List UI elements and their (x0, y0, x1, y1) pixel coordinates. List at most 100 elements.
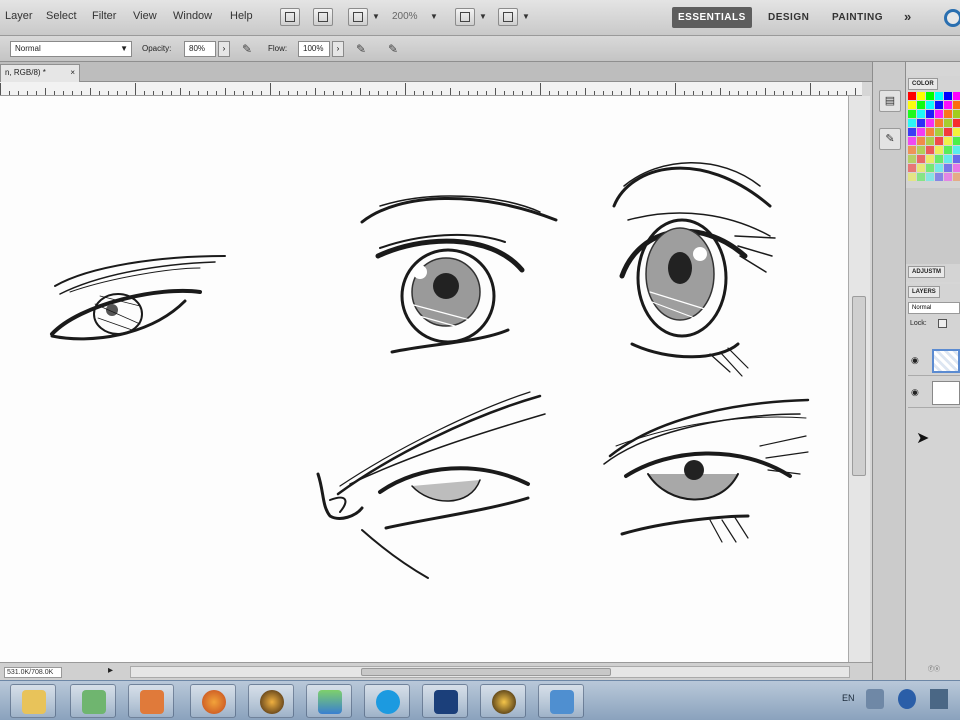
color-swatch[interactable] (944, 92, 952, 100)
layer-fx-icon[interactable]: ⓕⓧ (928, 664, 940, 673)
color-swatch[interactable] (935, 155, 943, 163)
color-swatch[interactable] (953, 137, 960, 145)
taskbar-network[interactable] (538, 684, 584, 718)
color-swatch[interactable] (926, 146, 934, 154)
color-swatch[interactable] (953, 101, 960, 109)
screen-mode-button[interactable] (498, 8, 518, 26)
color-swatch[interactable] (953, 119, 960, 127)
drawing-canvas[interactable] (0, 96, 848, 662)
launch-bridge-button[interactable] (280, 8, 300, 26)
menu-filter[interactable]: Filter (92, 10, 116, 22)
opacity-slider-button[interactable]: › (218, 41, 230, 57)
tablet-opacity-icon[interactable]: ✎ (238, 41, 256, 57)
color-swatch[interactable] (944, 173, 952, 181)
document-tab[interactable]: n, RGB/8) * × (0, 64, 80, 82)
color-swatch[interactable] (926, 119, 934, 127)
flow-input[interactable]: 100% (298, 41, 330, 57)
tray-network-icon[interactable] (930, 689, 948, 709)
lock-transparency-checkbox[interactable] (938, 319, 947, 328)
opacity-input[interactable]: 80% (184, 41, 216, 57)
color-swatch[interactable] (917, 101, 925, 109)
horizontal-scroll-thumb[interactable] (361, 668, 611, 676)
color-swatch[interactable] (935, 92, 943, 100)
horizontal-scrollbar[interactable] (130, 666, 850, 678)
color-swatch[interactable] (926, 110, 934, 118)
color-swatch[interactable] (953, 92, 960, 100)
color-swatch[interactable] (926, 101, 934, 109)
zoom-level[interactable]: 200% (392, 11, 418, 22)
color-swatch[interactable] (953, 173, 960, 181)
color-swatch[interactable] (953, 128, 960, 136)
tray-audio-icon[interactable] (898, 689, 916, 709)
color-swatch[interactable] (908, 155, 916, 163)
color-swatch[interactable] (926, 137, 934, 145)
color-swatch[interactable] (917, 92, 925, 100)
color-swatch[interactable] (917, 110, 925, 118)
layer-row-background[interactable]: ◉ (908, 378, 960, 408)
color-swatch[interactable] (944, 164, 952, 172)
airbrush-icon[interactable]: ✎ (352, 41, 370, 57)
vertical-scrollbar[interactable] (848, 96, 870, 662)
workspace-design[interactable]: DESIGN (762, 7, 815, 28)
color-swatch[interactable] (908, 128, 916, 136)
arrange-documents-button[interactable] (455, 8, 475, 26)
menu-select[interactable]: Select (46, 10, 77, 22)
color-swatch[interactable] (953, 146, 960, 154)
menu-help[interactable]: Help (230, 10, 253, 22)
cs-live-icon[interactable] (944, 9, 960, 27)
more-workspaces-button[interactable]: » (904, 9, 911, 24)
color-swatch[interactable] (926, 92, 934, 100)
language-indicator[interactable]: EN (842, 693, 855, 703)
color-swatch[interactable] (908, 119, 916, 127)
taskbar-winamp[interactable] (248, 684, 294, 718)
color-swatch[interactable] (944, 110, 952, 118)
color-swatch[interactable] (935, 101, 943, 109)
taskbar-explorer[interactable] (10, 684, 56, 718)
menu-layer[interactable]: Layer (5, 10, 33, 22)
taskbar-recycle[interactable] (70, 684, 116, 718)
tablet-pressure-icon[interactable]: ✎ (384, 41, 402, 57)
color-swatch[interactable] (944, 128, 952, 136)
color-swatch[interactable] (917, 164, 925, 172)
color-swatch[interactable] (935, 137, 943, 145)
color-swatch[interactable] (917, 137, 925, 145)
color-swatch[interactable] (935, 128, 943, 136)
taskbar-skype[interactable] (364, 684, 410, 718)
color-swatch[interactable] (944, 137, 952, 145)
arrange-caret-icon[interactable]: ▼ (479, 12, 487, 21)
color-swatch[interactable] (917, 146, 925, 154)
color-swatch[interactable] (926, 128, 934, 136)
horizontal-ruler[interactable] (0, 82, 862, 96)
color-swatch[interactable] (926, 164, 934, 172)
color-swatch[interactable] (917, 173, 925, 181)
color-swatch[interactable] (944, 146, 952, 154)
eye-icon[interactable]: ◉ (911, 388, 921, 397)
color-swatch[interactable] (908, 92, 916, 100)
color-swatch[interactable] (944, 155, 952, 163)
color-swatch[interactable] (908, 173, 916, 181)
vertical-scroll-thumb[interactable] (852, 296, 866, 476)
menu-view[interactable]: View (133, 10, 157, 22)
taskbar-firefox[interactable] (190, 684, 236, 718)
color-swatch[interactable] (935, 146, 943, 154)
color-swatch[interactable] (917, 155, 925, 163)
color-swatch[interactable] (908, 146, 916, 154)
zoom-caret-icon[interactable]: ▼ (430, 12, 438, 21)
layers-blend-mode-select[interactable]: Normal (908, 302, 960, 314)
status-menu-arrow-icon[interactable]: ▸ (108, 665, 113, 676)
color-swatch[interactable] (935, 110, 943, 118)
taskbar-photoshop[interactable] (422, 684, 468, 718)
view-extras-caret-icon[interactable]: ▼ (372, 12, 380, 21)
color-swatch[interactable] (926, 173, 934, 181)
color-swatch[interactable] (935, 119, 943, 127)
color-swatch[interactable] (953, 164, 960, 172)
launch-minibridge-button[interactable] (313, 8, 333, 26)
screen-mode-caret-icon[interactable]: ▼ (522, 12, 530, 21)
taskbar-messenger[interactable] (306, 684, 352, 718)
flow-slider-button[interactable]: › (332, 41, 344, 57)
color-swatch[interactable] (917, 128, 925, 136)
color-swatch[interactable] (908, 101, 916, 109)
history-panel-button[interactable]: ▤ (879, 90, 901, 112)
taskbar-media[interactable] (128, 684, 174, 718)
color-swatch[interactable] (953, 110, 960, 118)
